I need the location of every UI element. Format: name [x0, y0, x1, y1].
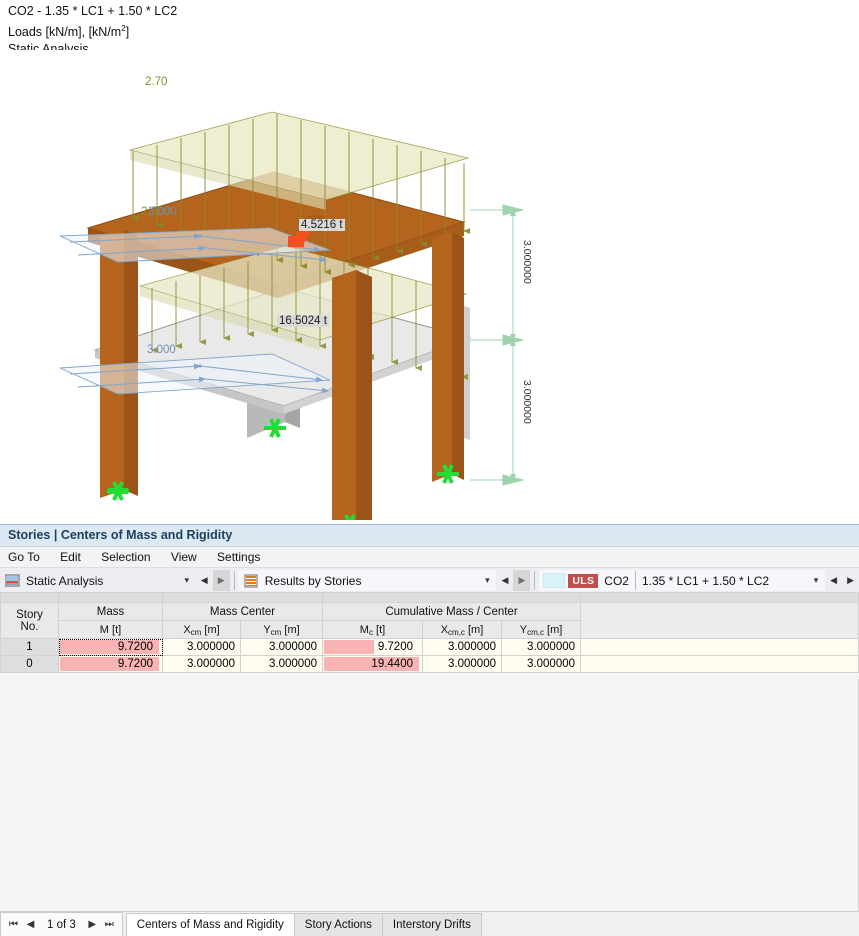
table-group-header-row: Story No. Mass Mass Center Cumulative Ma… — [0, 602, 859, 639]
results-prev-button[interactable]: ◀ — [496, 570, 513, 591]
analysis-prev-button[interactable]: ◀ — [196, 570, 213, 591]
results-by-value: Results by Stories — [264, 573, 362, 588]
col-header-mass-unit[interactable]: M [t] — [58, 620, 163, 639]
results-by-combo[interactable]: Results by Stories ▾ — [238, 570, 497, 591]
col-header-ycmc[interactable]: Ycm,c [m] — [500, 620, 582, 639]
cell-empty[interactable] — [580, 638, 859, 656]
menu-item-view[interactable]: View — [171, 547, 197, 567]
col-header-xcm[interactable]: Xcm [m] — [162, 620, 241, 639]
chevron-down-icon-2[interactable]: ▾ — [478, 575, 496, 586]
results-table-container[interactable]: Story No. Mass Mass Center Cumulative Ma… — [0, 592, 859, 913]
dim-label-mid: 3.000 — [148, 206, 177, 218]
col-header-mc[interactable]: Mc [t] — [322, 620, 423, 639]
cell-xcmc[interactable]: 3.000000 — [422, 638, 502, 656]
results-next-button[interactable]: ▶ — [513, 570, 531, 591]
analysis-type-value: Static Analysis — [26, 573, 104, 588]
result-value-lower: 16.5024 t — [277, 315, 329, 327]
analysis-next-button[interactable]: ▶ — [212, 570, 230, 591]
menu-item-goto[interactable]: Go To — [8, 547, 40, 567]
cell-xcmc[interactable]: 3.000000 — [422, 655, 502, 673]
next-page-button[interactable]: ▶ — [84, 919, 101, 930]
panel-title: Stories | Centers of Mass and Rigidity — [0, 525, 859, 547]
case-color-swatch — [543, 573, 566, 588]
cell-xcm[interactable]: 3.000000 — [162, 655, 241, 673]
cell-mc[interactable]: 9.7200 — [322, 638, 423, 656]
tab-centers-of-mass[interactable]: Centers of Mass and Rigidity — [125, 913, 295, 936]
table-top-strip — [0, 592, 859, 603]
chevron-down-icon-3[interactable]: ▾ — [807, 575, 825, 586]
tab-interstory-drifts[interactable]: Interstory Drifts — [381, 913, 482, 936]
results-table-icon — [244, 574, 259, 588]
story-dimension-lines — [470, 204, 524, 486]
col-header-mass-center[interactable]: Mass Center — [162, 602, 323, 621]
menu-item-edit[interactable]: Edit — [60, 547, 81, 567]
results-panel: Stories | Centers of Mass and Rigidity G… — [0, 524, 859, 936]
tab-story-actions[interactable]: Story Actions — [293, 913, 383, 936]
col-header-story[interactable]: Story No. — [0, 602, 59, 639]
load-case-formula: 1.35 * LC1 + 1.50 * LC2 — [641, 573, 770, 588]
page-indicator: 1 of 3 — [47, 918, 76, 931]
first-page-button[interactable]: ⏮ — [5, 919, 22, 930]
table-empty-area[interactable] — [0, 679, 859, 913]
structural-model-graphic — [59, 111, 524, 520]
story-height-upper: 3.000000 — [521, 240, 533, 284]
col-header-cumulative[interactable]: Cumulative Mass / Center — [321, 602, 582, 621]
results-toolbar: Static Analysis ▾ ◀ ▶ Results by Stories… — [0, 568, 859, 594]
load-case-combo[interactable]: ULS CO2 1.35 * LC1 + 1.50 * LC2 ▾ — [539, 570, 826, 591]
table-row[interactable]: 1 9.7200 3.000000 3.000000 9.7200 3.0000… — [0, 638, 859, 656]
toolbar-divider-1 — [233, 571, 235, 590]
menu-bar: Go To Edit Selection View Settings — [0, 547, 859, 568]
table-row[interactable]: 0 9.7200 3.000000 3.000000 19.4400 3.000… — [0, 655, 859, 673]
cell-mass[interactable]: 9.7200 — [58, 655, 163, 673]
annotation-combination: CO2 - 1.35 * LC1 + 1.50 * LC2 — [8, 4, 178, 18]
cell-mass[interactable]: 9.7200 — [58, 638, 163, 656]
menu-item-settings[interactable]: Settings — [217, 547, 260, 567]
case-divider — [634, 571, 636, 590]
toolbar-divider-2 — [534, 571, 536, 590]
col-header-mass[interactable]: Mass — [58, 602, 163, 621]
cell-ycmc[interactable]: 3.000000 — [500, 655, 582, 673]
col-header-empty[interactable] — [580, 602, 859, 639]
centers-of-mass-table: Story No. Mass Mass Center Cumulative Ma… — [0, 592, 859, 673]
analysis-type-combo[interactable]: Static Analysis ▾ — [0, 570, 196, 591]
case-prev-button[interactable]: ◀ — [825, 570, 842, 591]
strip-cell — [0, 592, 59, 603]
cell-ycm[interactable]: 3.000000 — [240, 638, 323, 656]
row-story-number[interactable]: 1 — [0, 638, 59, 656]
case-next-button[interactable]: ▶ — [842, 570, 859, 591]
chevron-down-icon[interactable]: ▾ — [178, 575, 196, 586]
last-page-button[interactable]: ⏭ — [101, 919, 118, 930]
menu-item-selection[interactable]: Selection — [101, 547, 150, 567]
cell-xcm[interactable]: 3.000000 — [162, 638, 241, 656]
annotation-units: Loads [kN/m], [kN/m2] — [8, 24, 130, 40]
prev-page-button[interactable]: ◀ — [22, 919, 39, 930]
strip-cell — [162, 592, 323, 603]
table-body: 1 9.7200 3.000000 3.000000 9.7200 3.0000… — [0, 638, 859, 673]
load-label-top: 2.70 — [145, 76, 168, 88]
story-height-lower: 3.000000 — [521, 380, 533, 424]
cell-ycmc[interactable]: 3.000000 — [500, 638, 582, 656]
support-symbols — [107, 418, 459, 520]
cell-ycm[interactable]: 3.000000 — [240, 655, 323, 673]
uls-badge: ULS — [568, 573, 599, 588]
dim-label-lower: 3.000 — [147, 344, 176, 356]
col-header-xcmc[interactable]: Xcm,c [m] — [422, 620, 502, 639]
cell-mc[interactable]: 19.4400 — [322, 655, 423, 673]
result-value-upper: 4.5216 t — [299, 219, 345, 231]
model-viewport[interactable]: 2.70 2.700 3.000 3.000 4.5216 t 16.5024 … — [0, 50, 859, 520]
strip-cell — [580, 592, 859, 603]
cell-empty[interactable] — [580, 655, 859, 673]
page-navigation: ⏮ ◀ 1 of 3 ▶ ⏭ — [0, 912, 123, 936]
static-analysis-icon — [4, 574, 20, 588]
row-story-number[interactable]: 0 — [0, 655, 59, 673]
bottom-bar: ⏮ ◀ 1 of 3 ▶ ⏭ Centers of Mass and Rigid… — [0, 911, 859, 936]
strip-cell — [58, 592, 163, 603]
cumulative-mass-bar — [324, 640, 374, 654]
strip-cell — [321, 592, 582, 603]
load-case-code: CO2 — [604, 573, 629, 588]
col-header-ycm[interactable]: Ycm [m] — [240, 620, 323, 639]
